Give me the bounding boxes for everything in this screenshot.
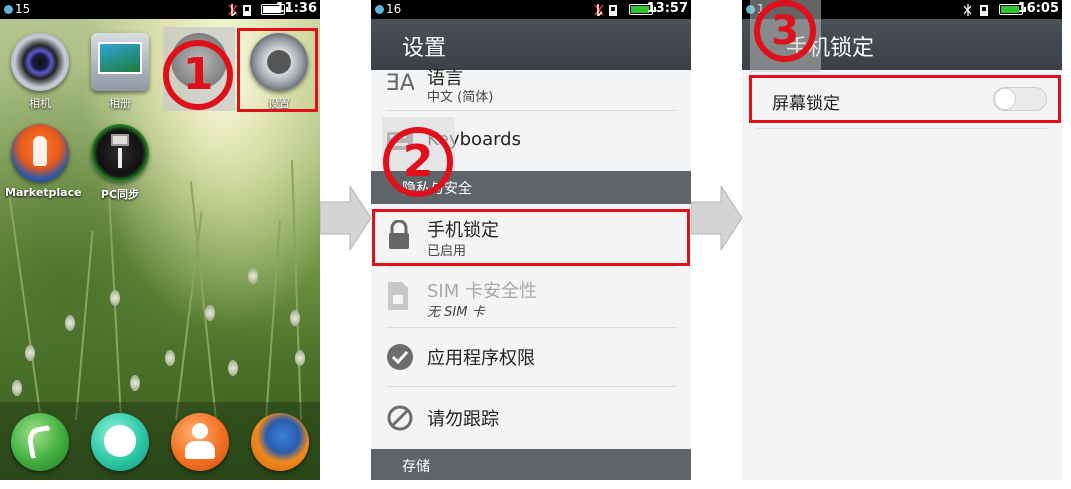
- settings-screen: 16 13:57 设置 ƎA 语言 中文 (简体) Keyboards 隐私与安…: [371, 0, 691, 480]
- item-subtitle: 无 SIM 卡: [427, 305, 485, 320]
- item-title: SIM 卡安全性: [427, 281, 537, 302]
- contacts-icon[interactable]: [171, 413, 229, 471]
- arrow-right-icon: [691, 186, 743, 250]
- app-label: Marketplace: [5, 186, 82, 199]
- phone-lock-screen: 1 16:05 手机锁定 3 屏幕锁定: [742, 0, 1062, 480]
- notification-number: 16: [386, 2, 402, 16]
- notification-count: 15: [4, 2, 30, 16]
- clock: 16:05: [1017, 1, 1059, 16]
- divider: [757, 128, 1047, 129]
- notification-count: 16: [375, 2, 401, 16]
- marketplace-rocket-icon: [11, 124, 69, 182]
- do-not-track-icon: [387, 405, 413, 431]
- check-circle-icon: [387, 344, 413, 370]
- status-icons: [963, 4, 988, 16]
- messages-icon[interactable]: [91, 413, 149, 471]
- app-camera[interactable]: 相机: [5, 33, 75, 111]
- svg-text:ƎA: ƎA: [386, 71, 414, 94]
- settings-item-language[interactable]: ƎA 语言 中文 (简体): [371, 68, 691, 110]
- status-bar: 15 11:36: [0, 0, 320, 19]
- highlight-settings: [237, 28, 318, 112]
- phone-icon[interactable]: [11, 413, 69, 471]
- home-screen: 15 11:36 相机 相册 设置 1 Marketplace PC同步: [0, 0, 320, 480]
- section-title: 存储: [402, 459, 430, 475]
- usb-sync-icon: [91, 124, 149, 182]
- clock: 11:36: [275, 1, 317, 16]
- firefox-icon[interactable]: [251, 413, 309, 471]
- app-pc-sync[interactable]: PC同步: [85, 124, 155, 202]
- status-icons: [594, 4, 617, 16]
- app-label: PC同步: [100, 188, 140, 201]
- sim-card-icon: [388, 282, 408, 310]
- settings-item-app-permissions[interactable]: 应用程序权限: [371, 328, 691, 386]
- item-subtitle: 中文 (简体): [427, 90, 494, 105]
- app-label: 相机: [29, 97, 51, 110]
- item-title: 请勿跟踪: [427, 409, 499, 430]
- language-icon: ƎA: [386, 71, 414, 94]
- app-gallery[interactable]: 相册: [85, 33, 155, 111]
- settings-item-do-not-track[interactable]: 请勿跟踪: [371, 387, 691, 447]
- header: 设置: [371, 19, 691, 70]
- gallery-icon: [91, 33, 149, 91]
- step-number-1: 1: [163, 40, 233, 110]
- settings-item-sim-security[interactable]: SIM 卡安全性 无 SIM 卡: [371, 267, 691, 327]
- step-number-3: 3: [754, 0, 816, 62]
- status-icons: [228, 4, 251, 16]
- highlight-phone-lock: [372, 209, 690, 266]
- status-bar: 16 13:57: [371, 0, 691, 19]
- item-title: 应用程序权限: [427, 348, 535, 369]
- section-header-storage: 存储: [371, 449, 691, 480]
- dock: [0, 402, 320, 480]
- camera-icon: [11, 33, 69, 91]
- highlight-screen-lock: [749, 75, 1061, 123]
- app-marketplace[interactable]: Marketplace: [5, 124, 82, 199]
- page-title: 设置: [402, 36, 447, 61]
- app-label: 相册: [109, 97, 131, 110]
- step-number-2: 2: [383, 127, 453, 197]
- clock: 13:57: [646, 1, 688, 16]
- arrow-right-icon: [320, 186, 372, 250]
- notification-number: 15: [15, 2, 31, 16]
